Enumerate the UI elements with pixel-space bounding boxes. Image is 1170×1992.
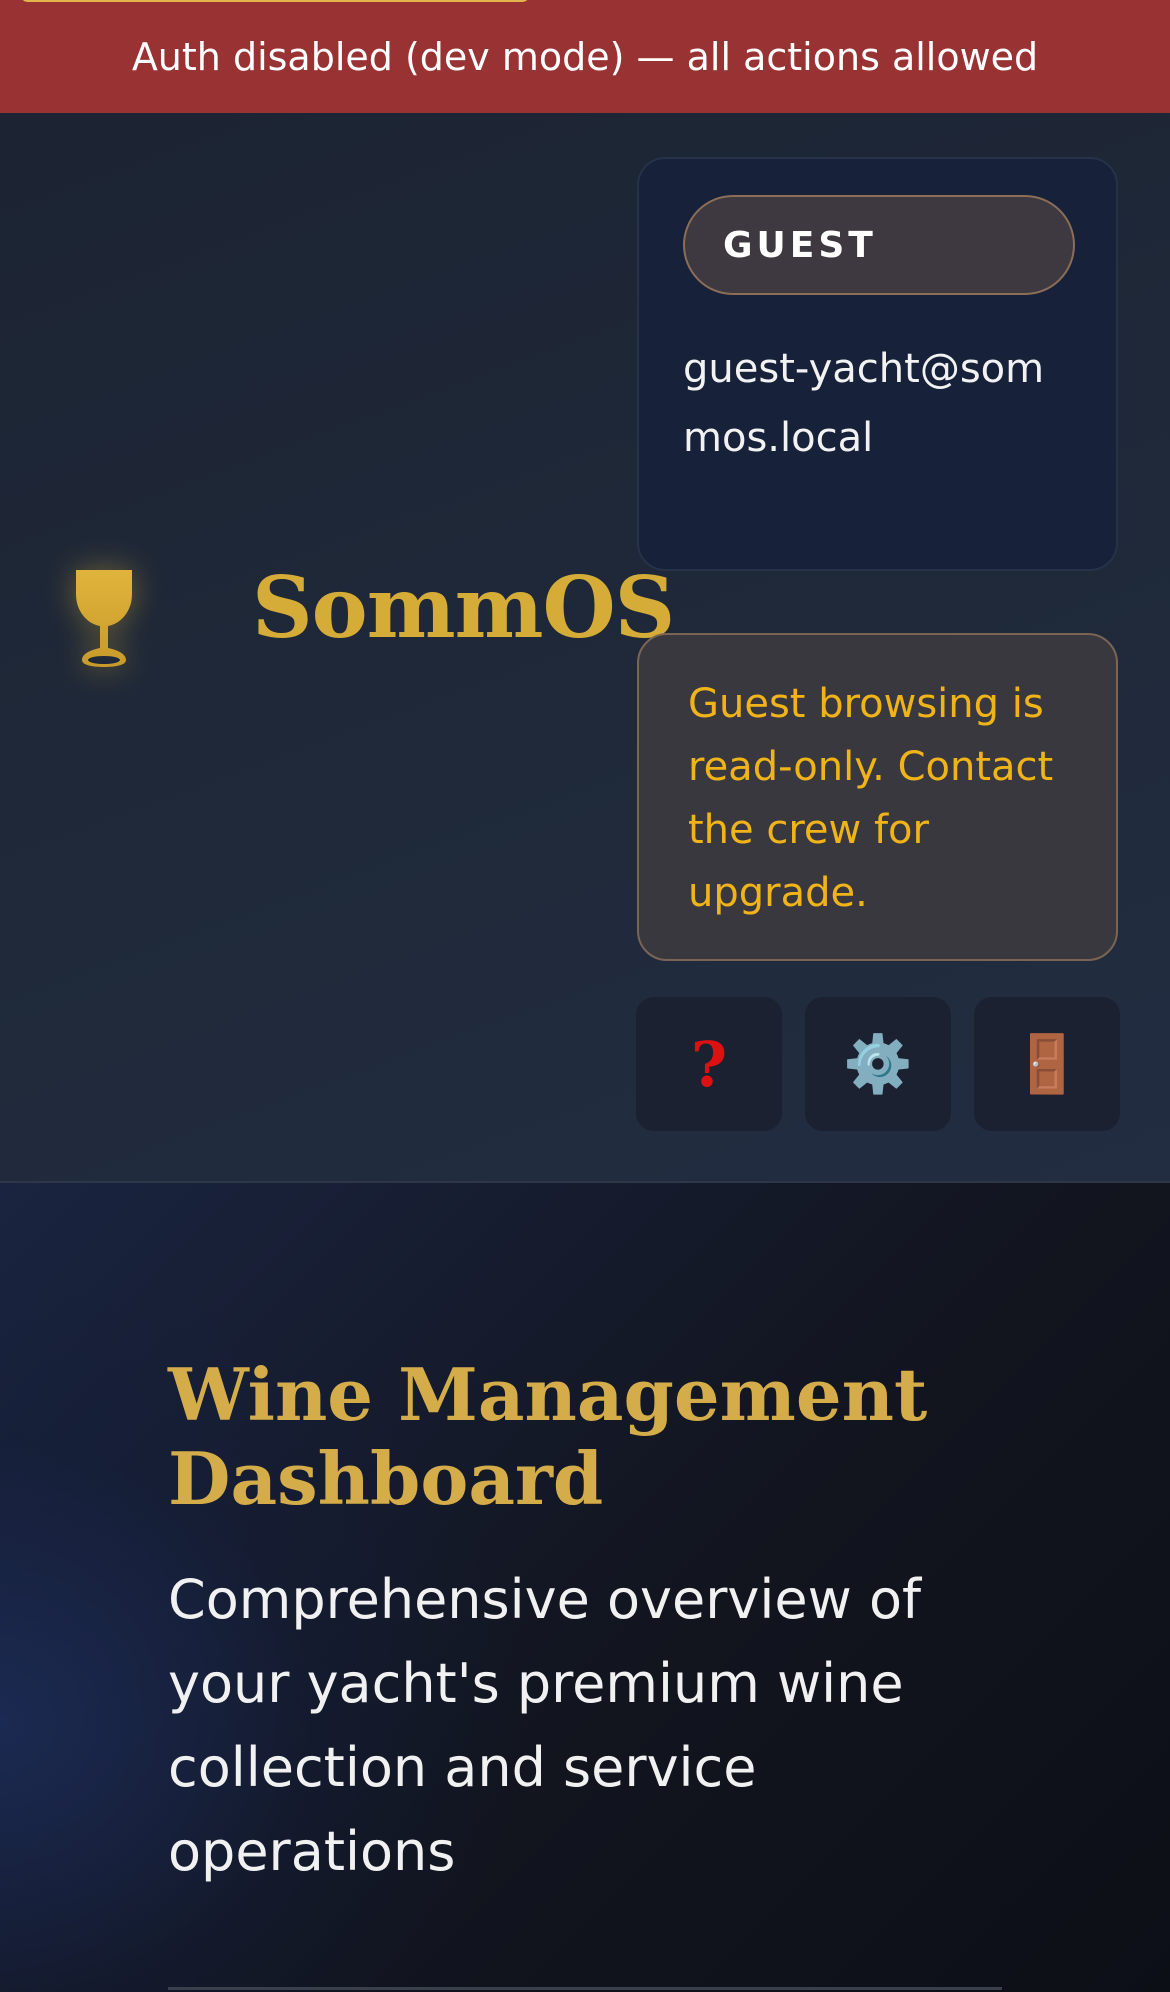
settings-button[interactable]: ⚙️ <box>805 997 951 1131</box>
user-info-card: GUEST guest-yacht@sommos.local <box>637 157 1118 571</box>
user-email: guest-yacht@sommos.local <box>683 346 1045 461</box>
wine-glass-icon <box>76 570 132 667</box>
logout-button[interactable]: 🚪 <box>974 997 1120 1131</box>
dashboard-main: Wine Management Dashboard Comprehensive … <box>0 1183 1170 1992</box>
app-header: SommOS GUEST guest-yacht@sommos.local Gu… <box>0 113 1170 1183</box>
question-mark-icon: ? <box>690 1027 728 1101</box>
section-divider <box>168 1987 1002 1990</box>
dev-mode-banner-text: Auth disabled (dev mode) — all actions a… <box>131 34 1039 79</box>
app-brand-title: SommOS <box>252 558 675 657</box>
dashboard-title: Wine Management Dashboard <box>168 1352 928 1521</box>
gear-icon: ⚙️ <box>843 1032 913 1097</box>
role-badge: GUEST <box>683 195 1075 295</box>
help-button[interactable]: ? <box>636 997 782 1131</box>
read-only-notice-text: Guest browsing is read-only. Contact the… <box>688 681 1054 916</box>
dev-mode-banner: Auth disabled (dev mode) — all actions a… <box>0 0 1170 113</box>
dashboard-subtitle: Comprehensive overview of your yacht's p… <box>168 1568 921 1883</box>
door-icon: 🚪 <box>1012 1032 1082 1097</box>
banner-pill-edge <box>20 0 530 2</box>
read-only-notice: Guest browsing is read-only. Contact the… <box>637 633 1118 961</box>
